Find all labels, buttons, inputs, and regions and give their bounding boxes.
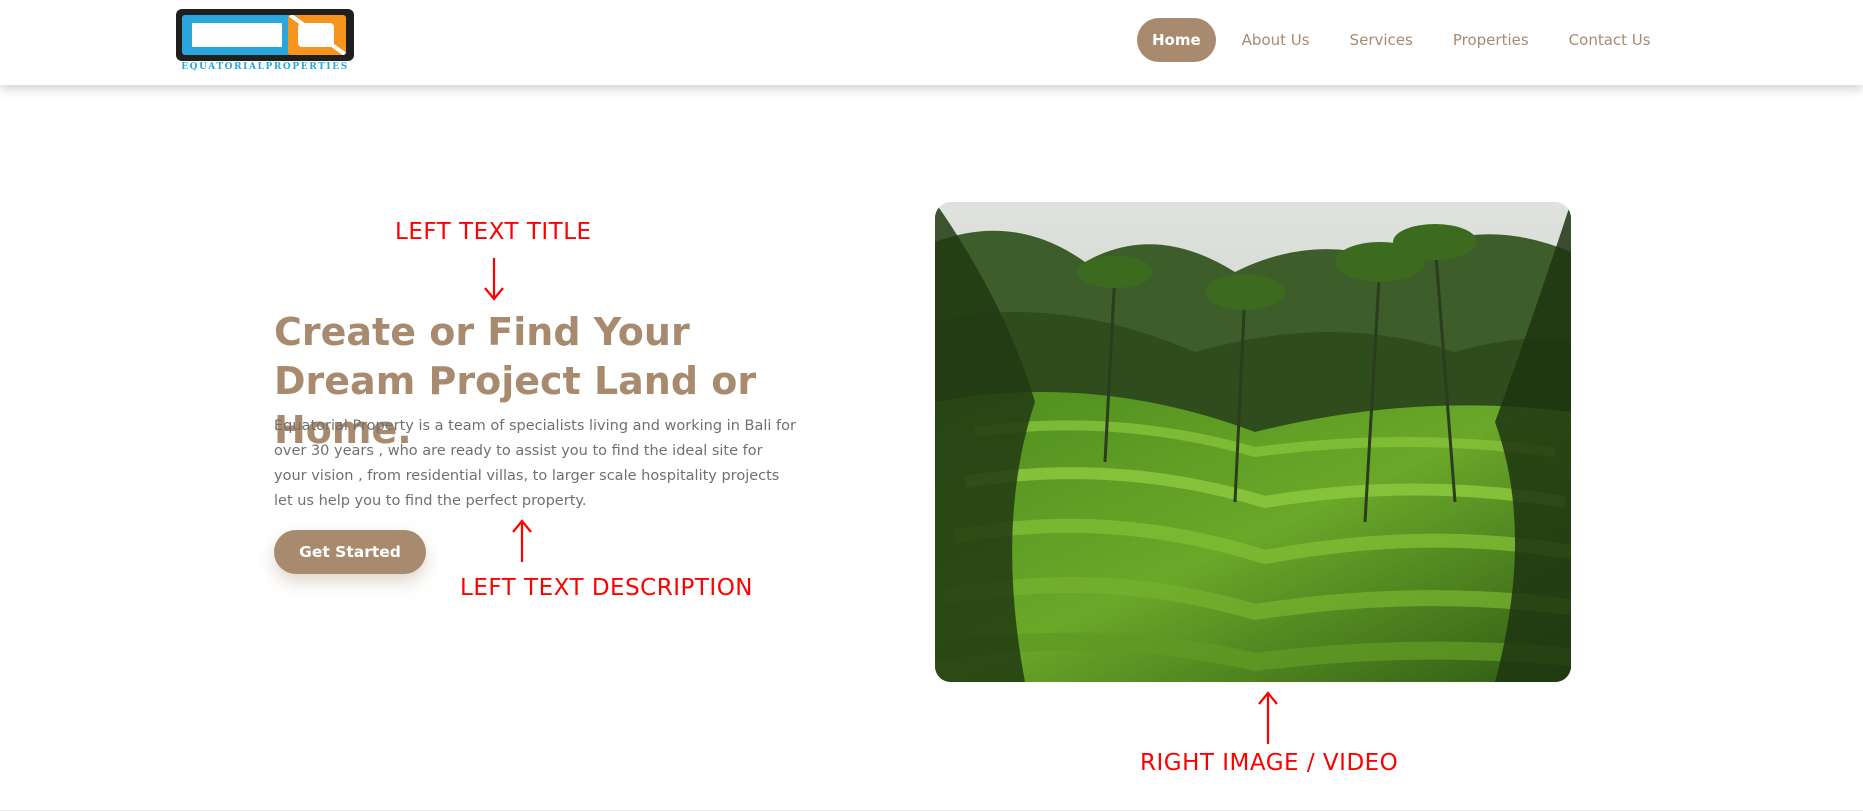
annotation-description-label: LEFT TEXT DESCRIPTION (460, 575, 754, 601)
nav-item-properties[interactable]: Properties (1439, 18, 1543, 62)
logo-blue-block (182, 15, 292, 55)
arrow-up-icon (512, 519, 532, 562)
logo-slash-icon (288, 15, 346, 55)
hero-description: Equatorial Property is a team of special… (274, 418, 796, 509)
site-header: EQUATORIALPROPERTIES Home About Us Servi… (0, 0, 1863, 85)
logo-wordmark: EQUATORIALPROPERTIES (181, 62, 349, 72)
logo-orange-block (288, 15, 346, 55)
logo[interactable]: EQUATORIALPROPERTIES (176, 9, 354, 73)
arrow-down-icon (484, 258, 504, 301)
arrow-up-icon (1258, 691, 1278, 744)
nav-item-contact-us[interactable]: Contact Us (1555, 18, 1665, 62)
get-started-button[interactable]: Get Started (274, 530, 426, 574)
rice-terrace-photo (935, 202, 1571, 682)
annotation-title-label: LEFT TEXT TITLE (395, 219, 592, 245)
nav-item-home[interactable]: Home (1137, 18, 1216, 62)
nav-item-about-us[interactable]: About Us (1228, 18, 1324, 62)
nav-item-services[interactable]: Services (1336, 18, 1427, 62)
logo-blue-inner (192, 23, 282, 47)
hero-image[interactable] (935, 202, 1571, 682)
annotation-media-label: RIGHT IMAGE / VIDEO (1140, 750, 1399, 776)
logo-mark (176, 9, 354, 61)
main-nav: Home About Us Services Properties Contac… (1137, 18, 1665, 62)
